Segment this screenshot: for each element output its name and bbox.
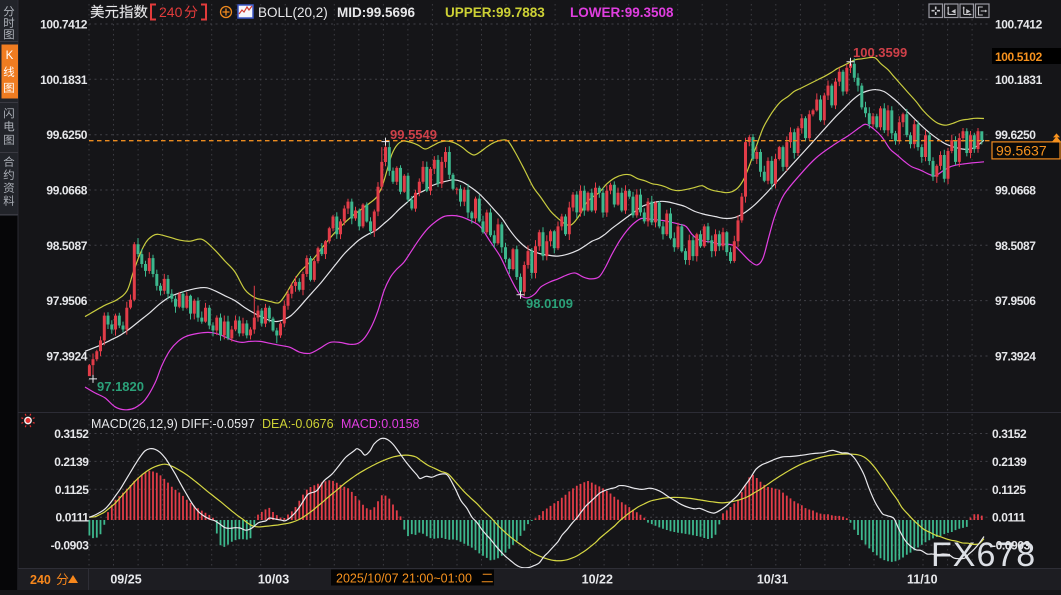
svg-text:99.0668: 99.0668: [46, 184, 87, 198]
svg-text:97.3924: 97.3924: [995, 350, 1036, 364]
svg-text:0.3152: 0.3152: [54, 427, 89, 441]
svg-text:100.3599: 100.3599: [853, 45, 907, 60]
svg-text:100.7412: 100.7412: [995, 18, 1043, 32]
svg-text:10/22: 10/22: [582, 573, 613, 587]
svg-text:11/10: 11/10: [907, 573, 938, 587]
svg-text:MACD:0.0158: MACD:0.0158: [341, 417, 420, 431]
svg-text:-0.0903: -0.0903: [51, 539, 90, 553]
svg-text:MID:99.5696: MID:99.5696: [337, 5, 416, 20]
svg-text:100.5102: 100.5102: [995, 50, 1043, 64]
svg-text:LOWER:99.3508: LOWER:99.3508: [570, 5, 674, 20]
svg-text:240: 240: [30, 573, 51, 587]
svg-text:10/31: 10/31: [757, 573, 788, 587]
svg-text:99.6250: 99.6250: [995, 128, 1036, 142]
svg-text:2025/10/07 21:00~01:00: 2025/10/07 21:00~01:00: [336, 572, 472, 586]
svg-text:99.5549: 99.5549: [390, 127, 437, 142]
svg-text:99.6250: 99.6250: [46, 128, 87, 142]
svg-text:99.0668: 99.0668: [995, 184, 1036, 198]
svg-text:K: K: [6, 50, 14, 62]
svg-text:98.5087: 98.5087: [995, 239, 1036, 253]
svg-text:0.1125: 0.1125: [992, 483, 1026, 497]
svg-text:100.1831: 100.1831: [995, 73, 1043, 87]
svg-text:0.3152: 0.3152: [992, 427, 1027, 441]
svg-text:100.7412: 100.7412: [40, 18, 88, 32]
svg-text:-0.0903: -0.0903: [992, 539, 1031, 553]
svg-text:09/25: 09/25: [110, 573, 141, 587]
svg-text:97.9506: 97.9506: [46, 294, 87, 308]
svg-text:99.5637: 99.5637: [996, 143, 1047, 159]
svg-text:0.2139: 0.2139: [992, 455, 1027, 469]
svg-text:0.0111: 0.0111: [992, 511, 1026, 525]
svg-text:0.1125: 0.1125: [55, 483, 89, 497]
svg-text:98.0109: 98.0109: [526, 296, 573, 311]
svg-text:97.3924: 97.3924: [46, 350, 87, 364]
svg-text:97.9506: 97.9506: [995, 294, 1036, 308]
svg-text:BOLL(20,2): BOLL(20,2): [258, 5, 328, 20]
svg-text:0.2139: 0.2139: [54, 455, 89, 469]
svg-text:97.1820: 97.1820: [97, 379, 144, 394]
svg-text:100.1831: 100.1831: [40, 73, 88, 87]
svg-text:UPPER:99.7883: UPPER:99.7883: [445, 5, 545, 20]
svg-text:MACD(26,12,9) DIFF:-0.0597: MACD(26,12,9) DIFF:-0.0597: [91, 417, 255, 431]
svg-text:0.0111: 0.0111: [56, 511, 90, 525]
svg-text:DEA:-0.0676: DEA:-0.0676: [262, 417, 334, 431]
svg-text:10/03: 10/03: [258, 573, 289, 587]
svg-text:98.5087: 98.5087: [46, 239, 87, 253]
svg-text:240: 240: [159, 4, 183, 20]
